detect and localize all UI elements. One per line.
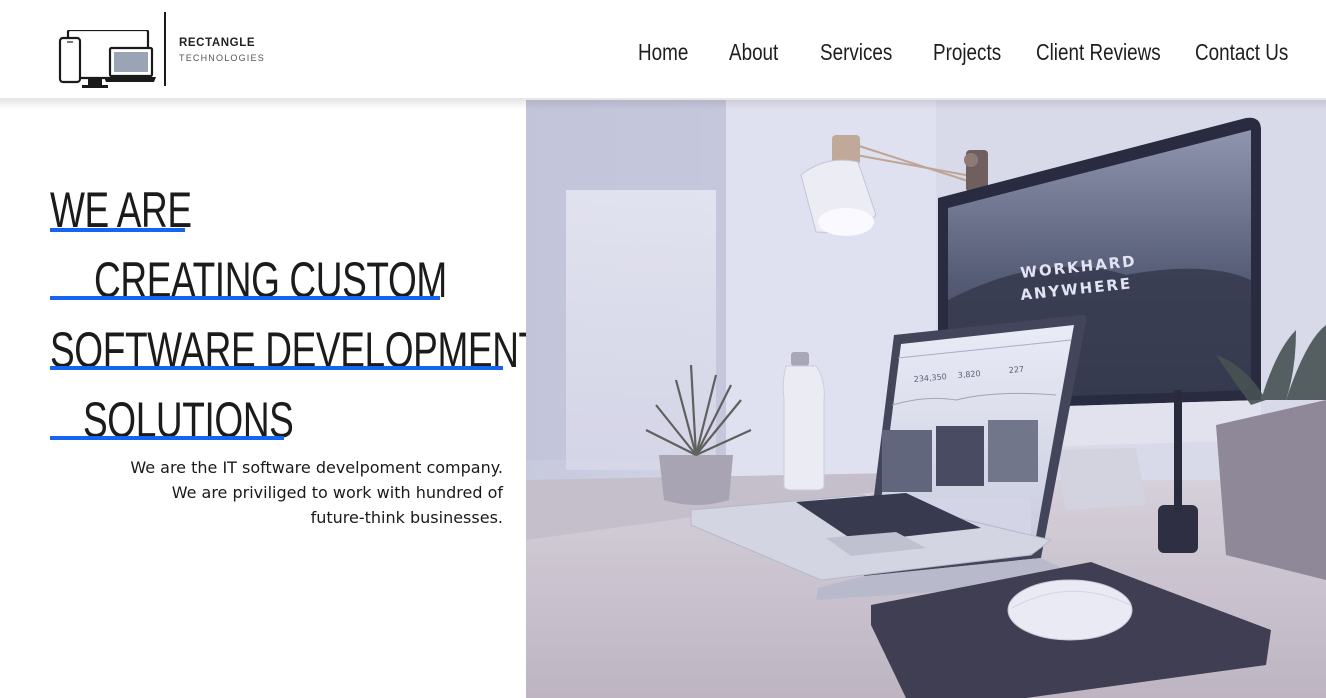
main-nav: Home About Services Projects Client Revi… <box>0 36 1326 68</box>
hero-description-line-2: We are priviliged to work with hundred o… <box>171 483 503 502</box>
hero-underline-3 <box>50 366 503 370</box>
nav-services[interactable]: Services <box>820 36 892 68</box>
site-header: RECTANGLE TECHNOLOGIES Home About Servic… <box>0 0 1326 100</box>
hero-underline-2 <box>50 296 440 300</box>
hero-underline-4 <box>50 436 284 440</box>
hero-description-line-3: future-think businesses. <box>310 508 503 527</box>
hero-workspace-image: WORKHARD ANYWHERE 234,350 3,820 227 <box>526 100 1326 698</box>
header-shadow <box>0 98 1326 110</box>
nav-about[interactable]: About <box>729 36 778 68</box>
hero-description: We are the IT software develpoment compa… <box>63 455 503 530</box>
nav-home[interactable]: Home <box>638 36 688 68</box>
nav-projects[interactable]: Projects <box>933 36 1001 68</box>
hero-text-section: WE ARE CREATING CUSTOM SOFTWARE DEVELOPM… <box>0 100 541 698</box>
hero-description-line-1: We are the IT software develpoment compa… <box>130 458 503 477</box>
nav-client-reviews[interactable]: Client Reviews <box>1036 36 1161 68</box>
nav-contact-us[interactable]: Contact Us <box>1195 36 1288 68</box>
hero-underline-1 <box>50 228 185 232</box>
workspace-photo: WORKHARD ANYWHERE 234,350 3,820 227 <box>526 100 1326 698</box>
